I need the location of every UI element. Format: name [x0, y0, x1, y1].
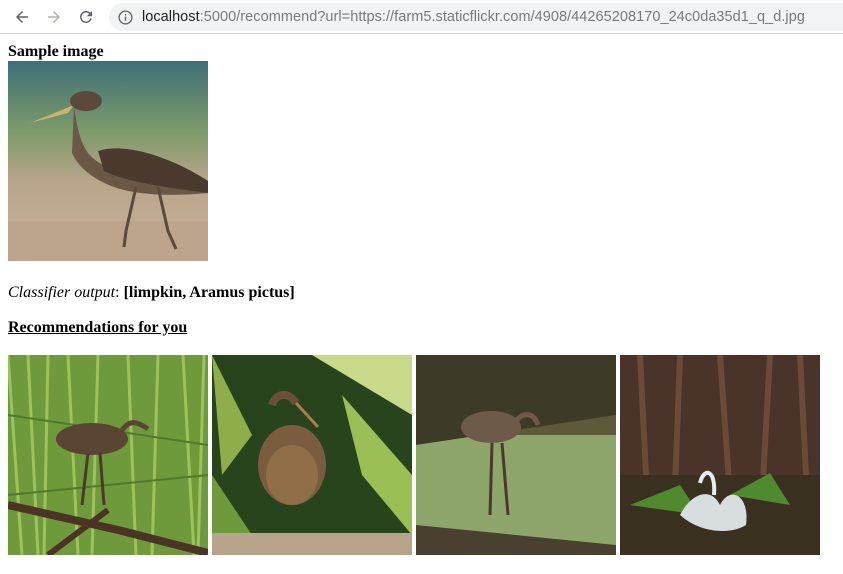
address-bar[interactable]: localhost:5000/recommend?url=https://far… [109, 3, 843, 31]
url-host: localhost [142, 9, 200, 25]
url-text[interactable]: localhost:5000/recommend?url=https://far… [142, 9, 805, 25]
forward-arrow-icon[interactable] [43, 6, 65, 28]
classifier-output-separator: : [115, 284, 124, 301]
browser-toolbar: localhost:5000/recommend?url=https://far… [0, 0, 843, 34]
sample-image [8, 61, 208, 261]
classifier-output: Classifier output: [limpkin, Aramus pict… [8, 283, 295, 303]
classifier-output-value: [limpkin, Aramus pictus] [123, 284, 295, 301]
recommendation-image [620, 355, 820, 555]
recommendation-list [8, 355, 820, 555]
back-arrow-icon[interactable] [11, 6, 33, 28]
recommendation-image [212, 355, 412, 555]
info-icon[interactable] [118, 9, 133, 25]
sample-image-heading: Sample image [8, 43, 104, 60]
reload-icon[interactable] [75, 6, 97, 28]
url-path: :5000/recommend?url=https://farm5.static… [199, 9, 805, 25]
recommendation-image [416, 355, 616, 555]
recommendation-image [8, 355, 208, 555]
recommendations-heading: Recommendations for you [8, 319, 188, 336]
classifier-output-label: Classifier output [8, 284, 116, 301]
